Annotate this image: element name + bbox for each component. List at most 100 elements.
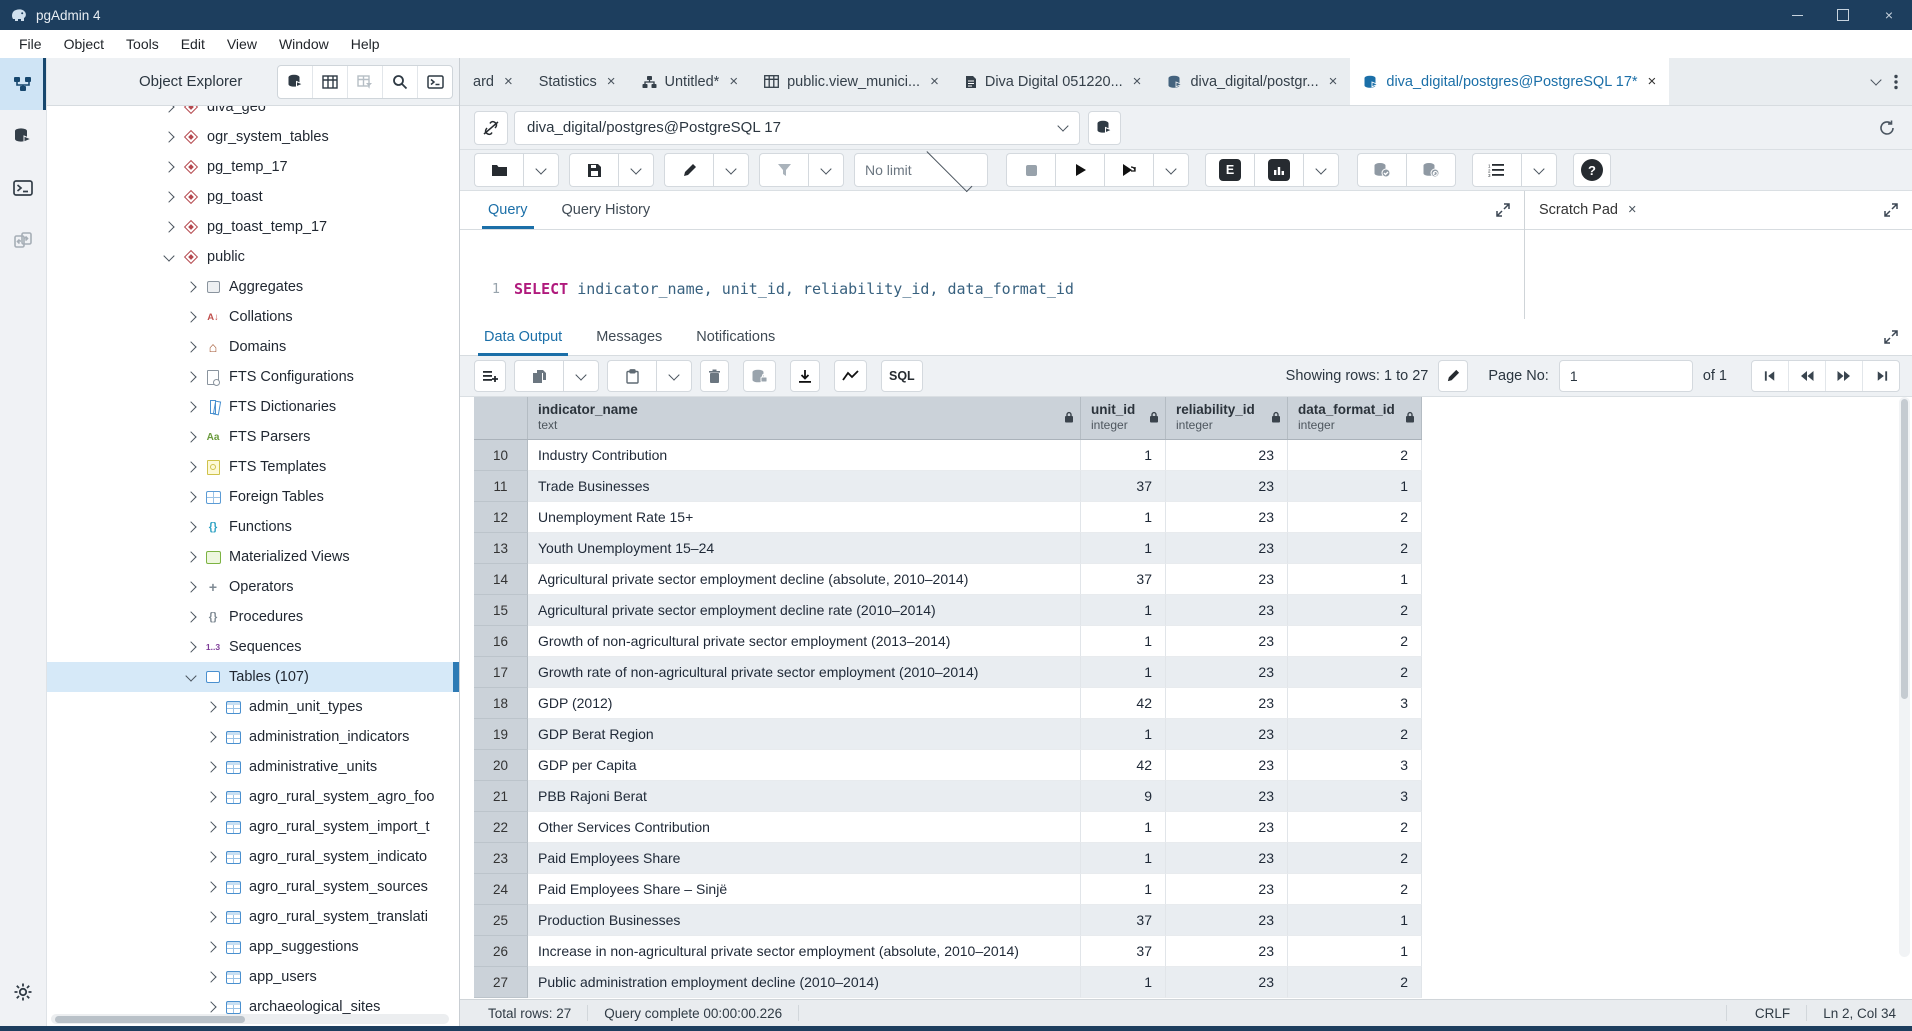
tree-item-operators[interactable]: Operators bbox=[47, 572, 459, 602]
table-row[interactable]: 22Other Services Contribution1232 bbox=[474, 812, 1422, 843]
expand-data-output-icon[interactable] bbox=[1884, 330, 1898, 344]
close-icon[interactable]: × bbox=[1133, 73, 1142, 90]
row-number[interactable]: 10 bbox=[474, 440, 528, 471]
tree-item-fts-parsers[interactable]: FTS Parsers bbox=[47, 422, 459, 452]
search-objects-icon[interactable] bbox=[383, 66, 418, 98]
chevron-right-icon[interactable] bbox=[205, 761, 216, 772]
cell-data-format-id[interactable]: 1 bbox=[1288, 471, 1422, 502]
cell-indicator-name[interactable]: GDP Berat Region bbox=[528, 719, 1081, 750]
chevron-right-icon[interactable] bbox=[185, 641, 196, 652]
chevron-right-icon[interactable] bbox=[185, 611, 196, 622]
chevron-right-icon[interactable] bbox=[163, 191, 174, 202]
row-number[interactable]: 14 bbox=[474, 564, 528, 595]
menu-object[interactable]: Object bbox=[53, 32, 115, 56]
row-number[interactable]: 26 bbox=[474, 936, 528, 967]
cell-data-format-id[interactable]: 1 bbox=[1288, 905, 1422, 936]
chevron-right-icon[interactable] bbox=[185, 461, 196, 472]
cell-indicator-name[interactable]: Growth of non-agricultural private secto… bbox=[528, 626, 1081, 657]
table-row[interactable]: 26Increase in non-agricultural private s… bbox=[474, 936, 1422, 967]
row-number[interactable]: 27 bbox=[474, 967, 528, 998]
filter-menu-chevron[interactable] bbox=[808, 153, 844, 187]
connection-status-button[interactable] bbox=[474, 111, 508, 145]
tree-item-table[interactable]: agro_rural_system_translati bbox=[47, 902, 459, 932]
chevron-down-icon[interactable] bbox=[185, 670, 196, 681]
column-header-unit-id[interactable]: unit_idinteger bbox=[1081, 397, 1166, 439]
table-row[interactable]: 13Youth Unemployment 15–241232 bbox=[474, 533, 1422, 564]
cell-indicator-name[interactable]: Agricultural private sector employment d… bbox=[528, 595, 1081, 626]
rollback-button[interactable] bbox=[1406, 153, 1456, 187]
open-file-menu-chevron[interactable] bbox=[523, 153, 559, 187]
cell-reliability-id[interactable]: 23 bbox=[1166, 626, 1288, 657]
minimize-button[interactable] bbox=[1774, 0, 1820, 30]
tree-item-table[interactable]: agro_rural_system_import_t bbox=[47, 812, 459, 842]
stop-button[interactable] bbox=[1006, 153, 1055, 187]
chevron-right-icon[interactable] bbox=[205, 971, 216, 982]
tree-item-schema[interactable]: pg_toast bbox=[47, 182, 459, 212]
tab-untitled-erd[interactable]: Untitled*× bbox=[629, 58, 752, 105]
chevron-right-icon[interactable] bbox=[205, 941, 216, 952]
close-icon[interactable]: × bbox=[607, 73, 616, 90]
tree-item-schema[interactable]: diva_geo bbox=[47, 106, 459, 122]
tab-view-data[interactable]: public.view_munici...× bbox=[751, 58, 952, 105]
table-row[interactable]: 15Agricultural private sector employment… bbox=[474, 595, 1422, 626]
tree-item-schema[interactable]: pg_temp_17 bbox=[47, 152, 459, 182]
table-row[interactable]: 10Industry Contribution1232 bbox=[474, 440, 1422, 471]
chevron-right-icon[interactable] bbox=[185, 581, 196, 592]
tree-item-table[interactable]: administration_indicators bbox=[47, 722, 459, 752]
chevron-right-icon[interactable] bbox=[185, 491, 196, 502]
cell-reliability-id[interactable]: 23 bbox=[1166, 812, 1288, 843]
tree-item-materialized-views[interactable]: Materialized Views bbox=[47, 542, 459, 572]
scrollbar-thumb[interactable] bbox=[1901, 399, 1908, 699]
cell-reliability-id[interactable]: 23 bbox=[1166, 471, 1288, 502]
filter-button[interactable] bbox=[759, 153, 808, 187]
tree-item-fts-dictionaries[interactable]: FTS Dictionaries bbox=[47, 392, 459, 422]
cell-indicator-name[interactable]: Agricultural private sector employment d… bbox=[528, 564, 1081, 595]
row-number[interactable]: 21 bbox=[474, 781, 528, 812]
chevron-right-icon[interactable] bbox=[185, 551, 196, 562]
sql-button[interactable]: SQL bbox=[881, 360, 923, 392]
tab-statistics[interactable]: Statistics× bbox=[526, 58, 629, 105]
cell-reliability-id[interactable]: 23 bbox=[1166, 657, 1288, 688]
cell-unit-id[interactable]: 1 bbox=[1081, 719, 1166, 750]
table-row[interactable]: 24Paid Employees Share – Sinjë1232 bbox=[474, 874, 1422, 905]
row-number[interactable]: 20 bbox=[474, 750, 528, 781]
close-icon[interactable]: × bbox=[1648, 73, 1657, 90]
cell-reliability-id[interactable]: 23 bbox=[1166, 688, 1288, 719]
chevron-right-icon[interactable] bbox=[163, 161, 174, 172]
tab-query-tool-active[interactable]: diva_digital/postgres@PostgreSQL 17*× bbox=[1350, 58, 1669, 105]
copy-menu-chevron[interactable] bbox=[563, 360, 599, 392]
cell-reliability-id[interactable]: 23 bbox=[1166, 502, 1288, 533]
cell-reliability-id[interactable]: 23 bbox=[1166, 905, 1288, 936]
previous-page-button[interactable] bbox=[1789, 361, 1826, 391]
scratch-pad-body[interactable] bbox=[1525, 230, 1912, 319]
tree-item-table[interactable]: app_suggestions bbox=[47, 932, 459, 962]
chevron-right-icon[interactable] bbox=[185, 401, 196, 412]
tree-item-schema[interactable]: ogr_system_tables bbox=[47, 122, 459, 152]
cell-unit-id[interactable]: 1 bbox=[1081, 626, 1166, 657]
tree-item-foreign-tables[interactable]: Foreign Tables bbox=[47, 482, 459, 512]
table-row[interactable]: 14Agricultural private sector employment… bbox=[474, 564, 1422, 595]
menu-tools[interactable]: Tools bbox=[115, 32, 170, 56]
cell-unit-id[interactable]: 1 bbox=[1081, 812, 1166, 843]
save-file-menu-chevron[interactable] bbox=[618, 153, 654, 187]
cell-reliability-id[interactable]: 23 bbox=[1166, 750, 1288, 781]
chevron-right-icon[interactable] bbox=[205, 881, 216, 892]
grid-vertical-scrollbar[interactable] bbox=[1899, 397, 1910, 957]
chevron-right-icon[interactable] bbox=[185, 371, 196, 382]
download-results-button[interactable] bbox=[790, 360, 820, 392]
cell-indicator-name[interactable]: PBB Rajoni Berat bbox=[528, 781, 1081, 812]
cell-unit-id[interactable]: 9 bbox=[1081, 781, 1166, 812]
last-page-button[interactable] bbox=[1863, 361, 1899, 391]
cell-indicator-name[interactable]: Unemployment Rate 15+ bbox=[528, 502, 1081, 533]
page-number-input[interactable] bbox=[1559, 360, 1693, 392]
execute-options-button[interactable] bbox=[1104, 153, 1153, 187]
table-row[interactable]: 20GDP per Capita42233 bbox=[474, 750, 1422, 781]
execute-button[interactable] bbox=[1055, 153, 1104, 187]
menu-help[interactable]: Help bbox=[340, 32, 391, 56]
chevron-right-icon[interactable] bbox=[205, 821, 216, 832]
tree-item-table[interactable]: admin_unit_types bbox=[47, 692, 459, 722]
open-file-button[interactable] bbox=[474, 153, 523, 187]
tree-item-table[interactable]: agro_rural_system_sources bbox=[47, 872, 459, 902]
tab-list-chevron-icon[interactable] bbox=[1870, 74, 1881, 85]
next-page-button[interactable] bbox=[1826, 361, 1863, 391]
